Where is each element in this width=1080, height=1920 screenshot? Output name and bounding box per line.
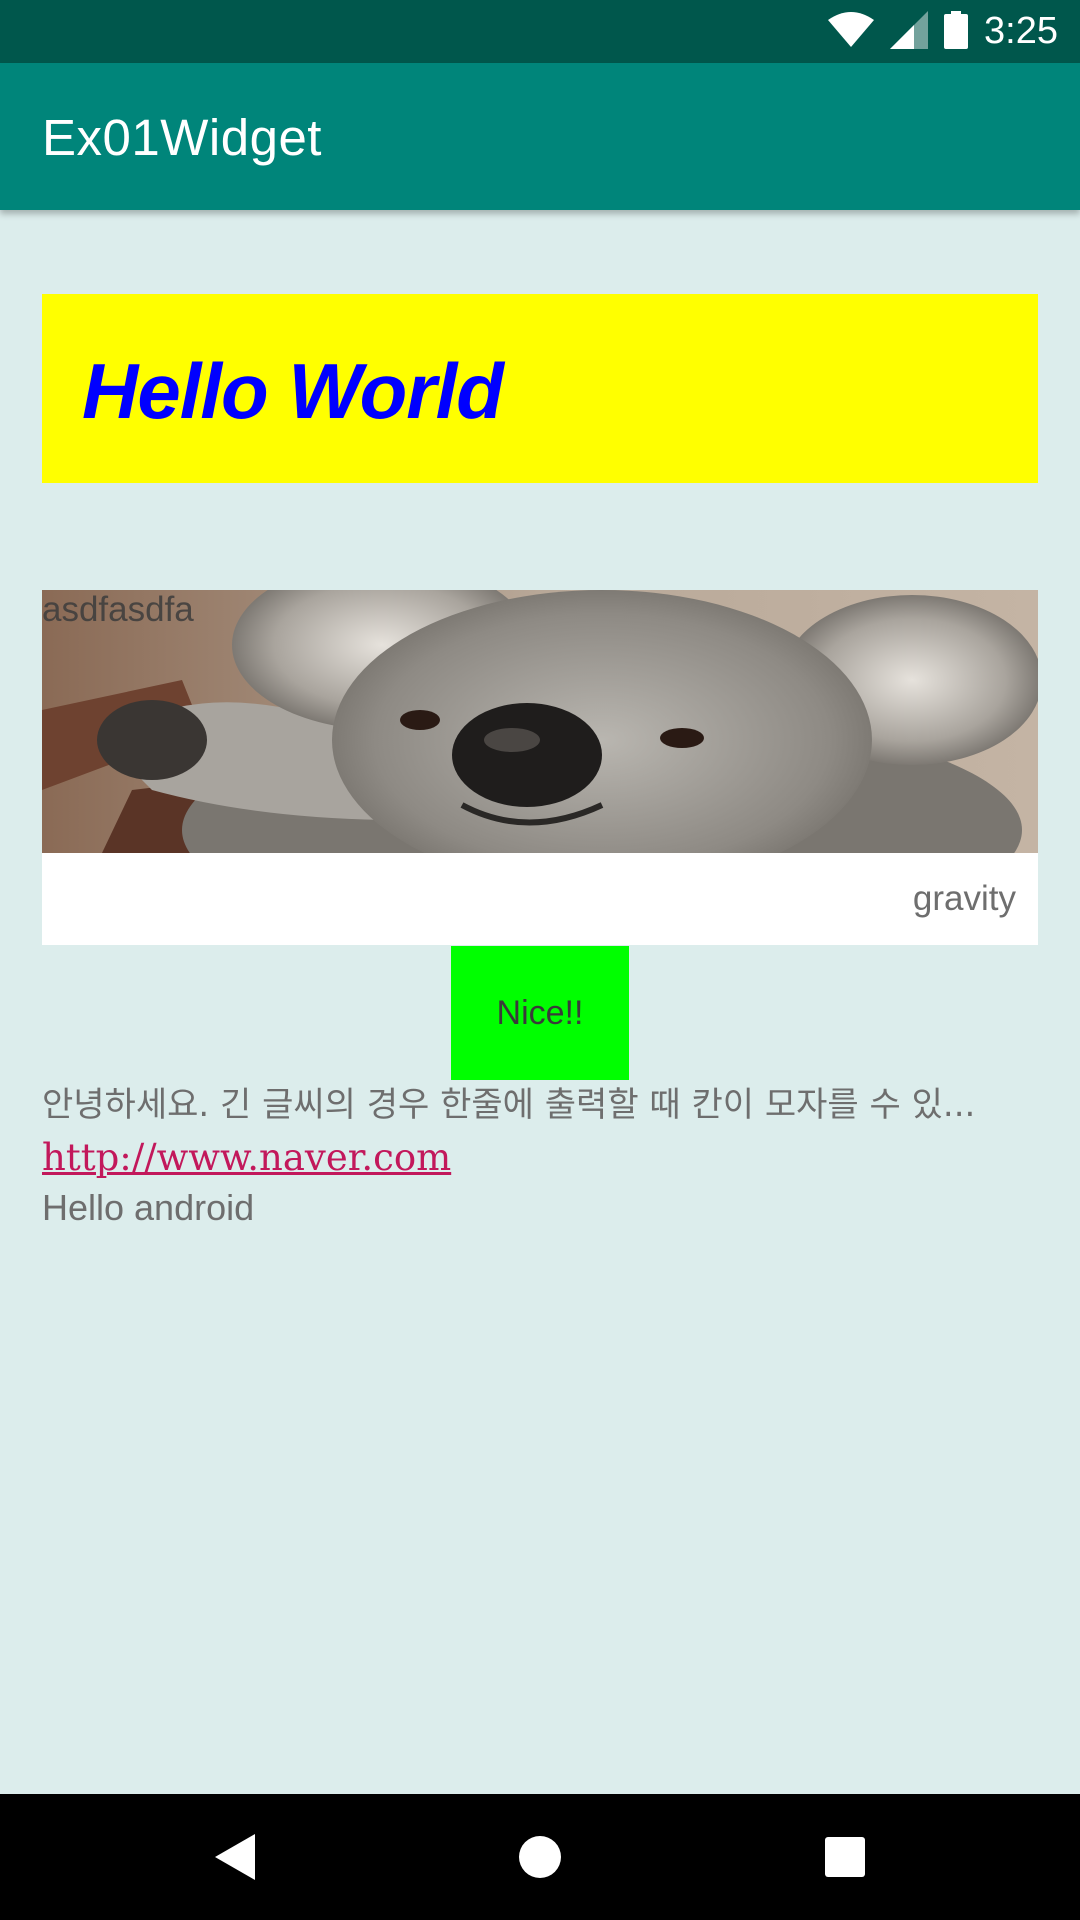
status-bar: 3:25 — [0, 0, 1080, 63]
status-icons: 3:25 — [828, 0, 1058, 63]
hello-world-box: Hello World — [42, 294, 1038, 483]
hello-world-text: Hello World — [82, 347, 504, 435]
hello-android-text: Hello android — [42, 1187, 255, 1228]
gravity-text: gravity — [912, 879, 1016, 918]
battery-icon — [944, 10, 969, 53]
nice-button[interactable]: Nice!! — [451, 946, 629, 1080]
cell-signal-icon — [890, 10, 929, 53]
naver-link[interactable]: http://www.naver.com — [42, 1133, 451, 1183]
app-title: Ex01Widget — [42, 109, 322, 166]
wifi-icon — [828, 11, 875, 52]
status-time: 3:25 — [984, 10, 1058, 52]
app-bar: Ex01Widget — [0, 63, 1080, 210]
navigation-bar — [0, 1794, 1080, 1920]
korean-long-text: 안녕하세요. 긴 글씨의 경우 한줄에 출력할 때 칸이 모자를 수 있... — [42, 1085, 976, 1125]
overlay-text: asdfasdfa — [42, 590, 194, 629]
recents-icon[interactable] — [810, 1822, 880, 1892]
back-icon[interactable] — [200, 1822, 270, 1892]
home-icon[interactable] — [505, 1822, 575, 1892]
image-block: asdfasdfa gravity — [42, 590, 1038, 945]
